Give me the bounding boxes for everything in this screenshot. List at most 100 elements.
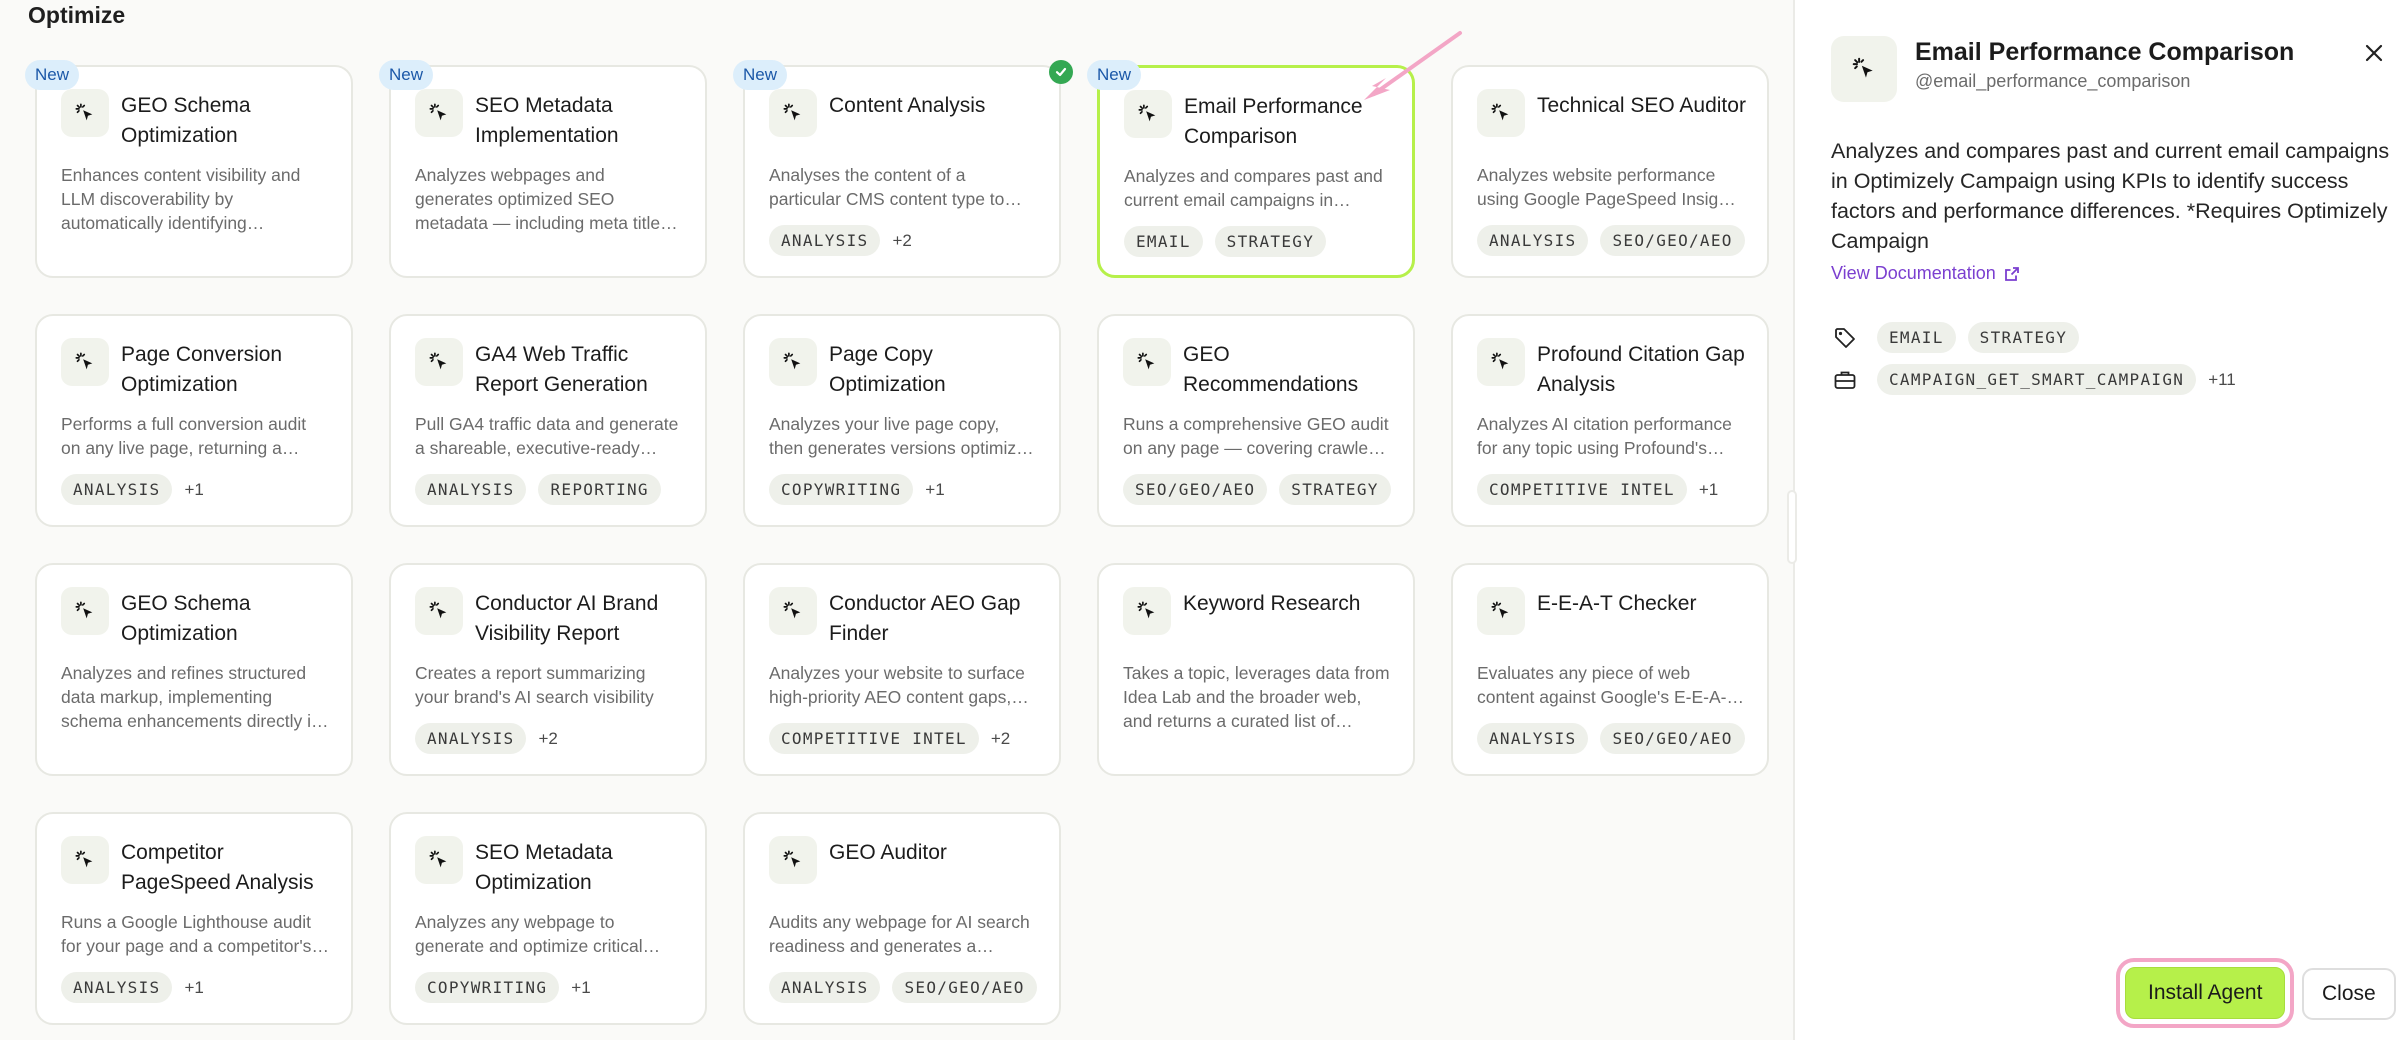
agent-card-description: Analyzes webpages and generates optimize… [415, 165, 669, 233]
agent-card[interactable]: Conductor AI Brand Visibility Report Crea… [389, 563, 707, 776]
sparkle-cursor-icon [1123, 338, 1171, 386]
agent-card[interactable]: Page Conversion Optimization Performs a f… [35, 314, 353, 527]
doc-link-label: View Documentation [1831, 263, 1996, 283]
agent-card-tags: ANALYSIS +1 [61, 474, 204, 505]
more-tags-count: +2 [538, 728, 558, 748]
sparkle-cursor-icon [1477, 338, 1525, 386]
agent-title: Email Performance Comparison [1915, 38, 2295, 66]
agent-card[interactable]: SEO Metadata Implementation Analyzes webp… [389, 65, 707, 278]
close-button[interactable]: Close [2302, 968, 2396, 1020]
agent-card-tags: ANALYSIS +2 [415, 723, 558, 754]
sparkle-cursor-icon [1124, 90, 1172, 138]
tools-more-count: +11 [2208, 369, 2236, 389]
more-tags-count: +2 [990, 728, 1011, 748]
agent-card-description: Runs a comprehensive GEO audit on any pa… [1123, 414, 1389, 458]
agent-card-tags: EMAIL STRATEGY [1124, 226, 1327, 257]
agent-card-tag: COMPETITIVE INTEL [1477, 474, 1687, 505]
agent-card-description: Analyzes and refines structured data mar… [61, 663, 321, 731]
agent-card[interactable]: Conductor AEO Gap Finder Analyzes your we… [743, 563, 1061, 776]
more-tags-count: +1 [925, 479, 945, 499]
agent-card-tag: ANALYSIS [61, 474, 173, 505]
agent-card[interactable]: GEO Auditor Audits any webpage for AI sea… [743, 812, 1061, 1025]
agent-card-description: Analyses the content of a particular CMS… [769, 165, 1005, 209]
agent-card-description: Pull GA4 traffic data and generate a sha… [415, 414, 679, 458]
agent-card-tags: COMPETITIVE INTEL +1 [1477, 474, 1718, 505]
agent-card-description: Runs a Google Lighthouse audit for your … [61, 912, 317, 956]
agent-card-description: Analyzes any webpage to generate and opt… [415, 912, 643, 956]
agent-card-title: Profound Citation Gap Analysis [1537, 343, 1745, 396]
close-icon[interactable] [2361, 40, 2387, 66]
sparkle-cursor-icon [1477, 89, 1525, 137]
agent-card-description: Analyzes AI citation performance for any… [1477, 414, 1732, 458]
agent-card[interactable]: GEO Recommendations Runs a comprehensive … [1097, 314, 1415, 527]
agent-card[interactable]: GEO Schema Optimization Enhances content … [35, 65, 353, 278]
sparkle-cursor-icon [415, 338, 463, 386]
agent-card-tag: EMAIL [1124, 226, 1203, 257]
more-tags-count: +1 [571, 977, 591, 997]
agent-card-title: Competitor PageSpeed Analysis [121, 841, 314, 894]
new-badge: New [1087, 60, 1142, 90]
agent-card-tag: ANALYSIS [1477, 723, 1589, 754]
agent-card-tag: COPYWRITING [415, 972, 560, 1003]
install-button-highlight: Install Agent [2116, 958, 2295, 1028]
agent-card-tag: SEO/GEO/AEO [1600, 723, 1745, 754]
agent-card-tag: ANALYSIS [769, 225, 881, 256]
agent-card-grid: GEO Schema Optimization Enhances content … [0, 0, 1793, 1040]
agent-tools-row: CAMPAIGN_GET_SMART_CAMPAIGN +11 [1831, 364, 2236, 395]
agent-card-title: E-E-A-T Checker [1537, 592, 1697, 615]
sparkle-cursor-icon [415, 89, 463, 137]
sparkle-cursor-icon [61, 587, 109, 635]
view-documentation-link[interactable]: View Documentation [1831, 263, 2020, 284]
agent-card-tags: ANALYSIS SEO/GEO/AEO [1477, 225, 1745, 256]
tag-icon [1831, 324, 1859, 352]
agent-card-title: GA4 Web Traffic Report Generation [475, 343, 648, 396]
agent-card-tag: COPYWRITING [769, 474, 914, 505]
agent-card-tag: ANALYSIS [415, 474, 527, 505]
agent-card[interactable]: GEO Schema Optimization Analyzes and refi… [35, 563, 353, 776]
agent-card-tags: ANALYSIS +1 [61, 972, 204, 1003]
agent-card[interactable]: Page Copy Optimization Analyzes your live… [743, 314, 1061, 527]
agent-card-tag: ANALYSIS [1477, 225, 1589, 256]
sparkle-cursor-icon [1123, 587, 1171, 635]
agent-card-description: Creates a report summarizing your brand'… [415, 663, 654, 707]
sparkle-cursor-icon [61, 836, 109, 884]
agent-card-tag: SEO/GEO/AEO [1600, 225, 1745, 256]
agent-card[interactable]: SEO Metadata Optimization Analyzes any we… [389, 812, 707, 1025]
panel-resize-handle[interactable] [1787, 490, 1797, 564]
agent-card[interactable]: Keyword Research Takes a topic, leverages… [1097, 563, 1415, 776]
sparkle-cursor-icon [415, 587, 463, 635]
sparkle-cursor-icon [769, 89, 817, 137]
agent-card-tags: ANALYSIS REPORTING [415, 474, 661, 505]
agent-card[interactable]: Profound Citation Gap Analysis Analyzes A… [1451, 314, 1769, 527]
sparkle-cursor-icon [415, 836, 463, 884]
more-tags-count: +1 [1698, 479, 1719, 499]
install-agent-button[interactable]: Install Agent [2125, 967, 2286, 1019]
agent-card-tag: STRATEGY [1214, 226, 1327, 257]
agent-card-tags: COPYWRITING +1 [415, 972, 591, 1003]
agent-card[interactable]: GA4 Web Traffic Report Generation Pull GA… [389, 314, 707, 527]
agent-card-tag: ANALYSIS [769, 972, 881, 1003]
agent-tool: CAMPAIGN_GET_SMART_CAMPAIGN [1877, 364, 2197, 395]
more-tags-count: +1 [184, 479, 204, 499]
sparkle-cursor-icon [61, 338, 109, 386]
agent-card-tags: ANALYSIS SEO/GEO/AEO [769, 972, 1037, 1003]
agent-card[interactable]: E-E-A-T Checker Evaluates any piece of we… [1451, 563, 1769, 776]
agent-card-tag: ANALYSIS [415, 723, 527, 754]
agent-card-tag: ANALYSIS [61, 972, 173, 1003]
sparkle-cursor-icon [769, 587, 817, 635]
agent-card-tag: COMPETITIVE INTEL [769, 723, 979, 754]
agent-card[interactable]: Content Analysis Analyses the content of … [743, 65, 1061, 278]
external-link-icon [2004, 266, 2019, 281]
sparkle-cursor-icon [1852, 57, 1873, 78]
sparkle-cursor-icon [1477, 587, 1525, 635]
agent-icon [1831, 36, 1897, 102]
agent-card-tags: SEO/GEO/AEO STRATEGY [1123, 474, 1391, 505]
agent-card[interactable]: Technical SEO Auditor Analyzes website pe… [1451, 65, 1769, 278]
agent-card-title: GEO Schema Optimization [121, 94, 251, 147]
agent-tag: STRATEGY [1967, 322, 2080, 353]
agent-card-tag: SEO/GEO/AEO [1123, 474, 1268, 505]
agent-card-title: SEO Metadata Implementation [475, 94, 619, 147]
agent-card-description: Analyzes website performance using Googl… [1477, 165, 1742, 209]
agent-card[interactable]: Competitor PageSpeed Analysis Runs a Goog… [35, 812, 353, 1025]
agent-library-main: Optimize GEO Schema Optimization Enhances… [0, 0, 1793, 1040]
